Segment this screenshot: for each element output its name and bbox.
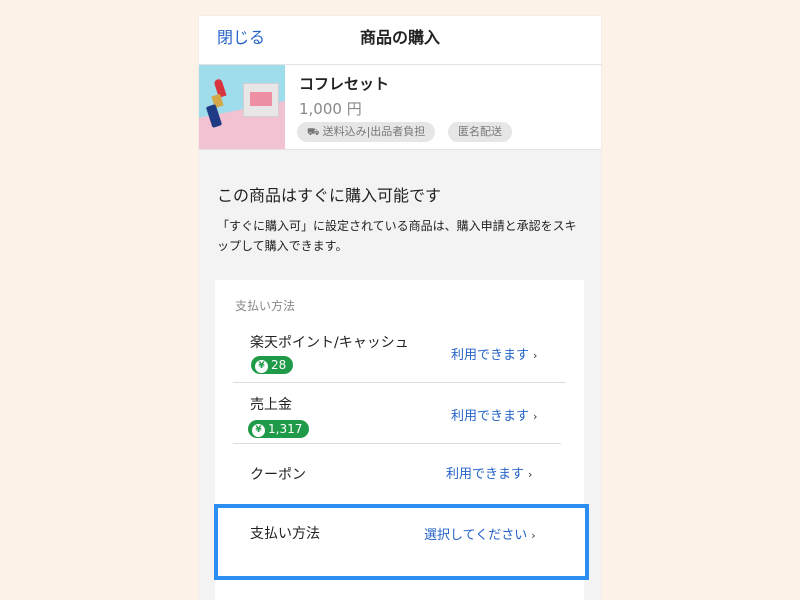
notice-body: 「すぐに購入可」に設定されている商品は、購入申請と承認をスキップして購入できます… [217, 219, 577, 253]
sales-balance-value: 1,317 [268, 422, 303, 436]
coupon-link[interactable]: 利用できます › [446, 463, 532, 482]
product-price: 1,000 円 [299, 100, 362, 118]
divider [233, 443, 561, 444]
yen-icon: ¥ [255, 360, 268, 373]
payment-method-label: 支払い方法 [250, 526, 320, 542]
yen-icon: ¥ [252, 424, 265, 437]
chevron-right-icon: › [533, 410, 538, 423]
notice-title: この商品はすぐに購入可能です [217, 186, 442, 205]
product-summary: コフレセット 1,000 円 ⛟ 送料込み|出品者負担 匿名配送 [199, 65, 601, 150]
chevron-right-icon: › [533, 349, 538, 362]
product-name: コフレセット [299, 75, 390, 93]
header-bar: 閉じる 商品の購入 [199, 16, 601, 65]
points-balance-value: 28 [271, 358, 287, 372]
select-payment-method-label: 選択してください [424, 528, 528, 543]
purchase-screen: 閉じる 商品の購入 コフレセット 1,000 円 ⛟ 送料込み|出品者負担 匿名配… [199, 16, 601, 600]
chevron-right-icon: › [531, 529, 536, 542]
anonymous-shipping-tag: 匿名配送 [448, 122, 512, 142]
shipping-tag-label: 送料込み|出品者負担 [322, 125, 426, 138]
shipping-tag: ⛟ 送料込み|出品者負担 [297, 122, 436, 142]
page-title: 商品の購入 [359, 28, 440, 47]
sales-proceeds-label: 売上金 [250, 397, 292, 413]
product-thumbnail [199, 65, 285, 149]
sales-balance-badge: ¥1,317 [248, 420, 310, 438]
points-cash-link[interactable]: 利用できます › [451, 344, 537, 363]
sales-proceeds-link[interactable]: 利用できます › [451, 405, 537, 424]
points-balance-badge: ¥28 [251, 356, 294, 374]
select-payment-method-link[interactable]: 選択してください › [424, 524, 536, 543]
sales-proceeds-link-label: 利用できます [451, 409, 530, 424]
points-cash-label: 楽天ポイント/キャッシュ [250, 335, 409, 351]
payment-section-label: 支払い方法 [235, 299, 296, 313]
points-cash-link-label: 利用できます [451, 348, 530, 363]
truck-icon: ⛟ [307, 127, 320, 138]
chevron-right-icon: › [528, 468, 533, 481]
divider [233, 382, 566, 383]
coupon-link-label: 利用できます [446, 467, 525, 482]
coupon-label: クーポン [250, 467, 306, 483]
